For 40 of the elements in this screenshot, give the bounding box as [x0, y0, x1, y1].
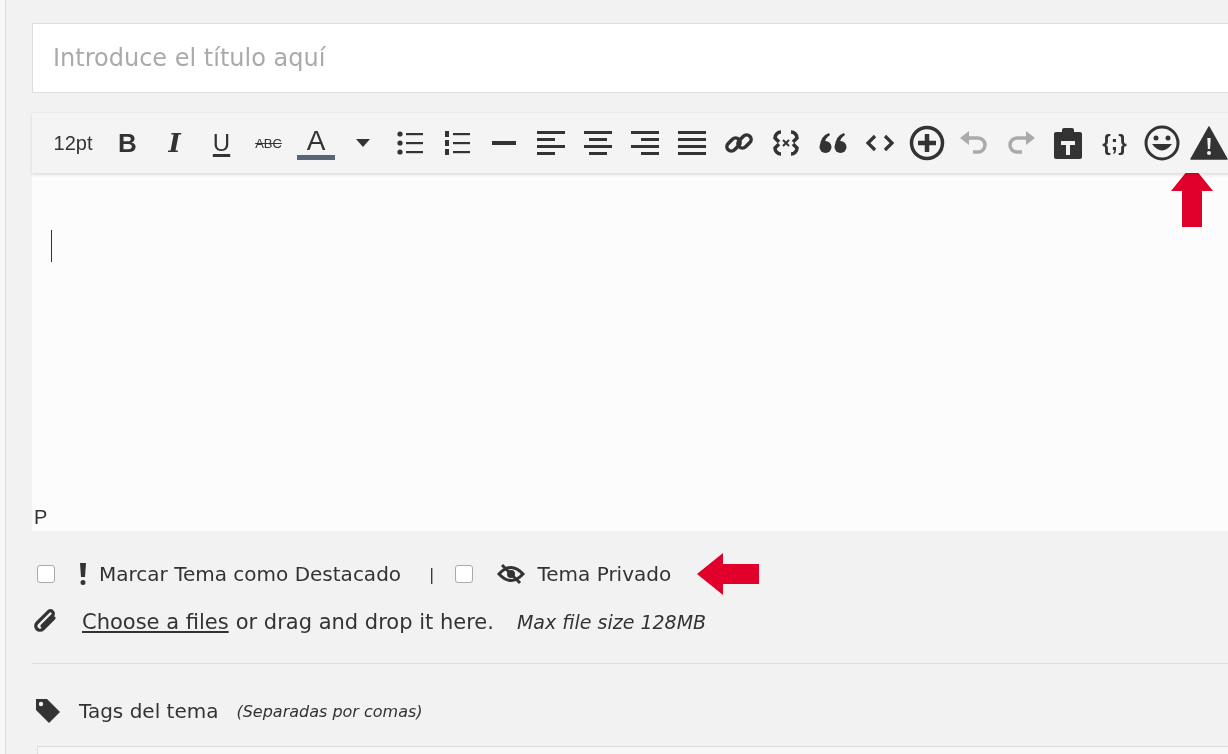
- bullet-list-icon: [396, 131, 423, 155]
- tags-hint: (Separadas por comas): [236, 701, 423, 721]
- bold-button[interactable]: B: [104, 121, 151, 165]
- italic-button[interactable]: I: [151, 121, 198, 165]
- checkbox[interactable]: [37, 565, 55, 583]
- code-snippet-button[interactable]: {;}: [1091, 121, 1138, 165]
- align-right-icon: [630, 131, 659, 155]
- align-left-icon: [536, 131, 565, 155]
- numbered-list-icon: [443, 131, 470, 155]
- strikethrough-button[interactable]: ABC: [245, 121, 292, 165]
- redo-icon: [1005, 129, 1036, 157]
- choose-files-link[interactable]: Choose a files: [82, 610, 229, 634]
- text-color-button[interactable]: A: [297, 126, 335, 160]
- separator: |: [429, 564, 435, 584]
- tags-label: Tags del tema: [79, 699, 219, 723]
- font-size-select[interactable]: 12pt: [42, 121, 104, 165]
- file-size-limit: Max file size 128MB: [516, 611, 707, 633]
- checkbox[interactable]: [455, 565, 474, 583]
- smiley-icon: [1143, 125, 1180, 161]
- clipboard-icon: [1052, 127, 1083, 159]
- option-label: Marcar Tema como Destacado: [99, 562, 402, 586]
- plus-circle-icon: [908, 125, 945, 161]
- exclamation-icon: [79, 563, 87, 585]
- title-input-field[interactable]: Introduce el título aquí: [32, 23, 1228, 93]
- option-label: Tema Privado: [537, 562, 672, 586]
- eye-slash-icon: [497, 563, 526, 585]
- element-path: P: [34, 506, 48, 529]
- caret-icon: [355, 139, 370, 147]
- code-icon: [864, 134, 895, 152]
- quote-icon: [818, 132, 847, 154]
- upload-hint: or drag and drop it here.: [235, 610, 494, 634]
- text-cursor: [51, 230, 52, 262]
- underline-button[interactable]: U: [198, 121, 245, 165]
- justify-icon: [677, 131, 706, 155]
- tag-icon: [35, 698, 61, 724]
- editor-area[interactable]: P: [32, 173, 1228, 531]
- left-arrow-drawing: [697, 553, 760, 595]
- undo-icon: [958, 129, 989, 157]
- unlink-icon: [770, 128, 801, 158]
- align-center-icon: [583, 131, 612, 155]
